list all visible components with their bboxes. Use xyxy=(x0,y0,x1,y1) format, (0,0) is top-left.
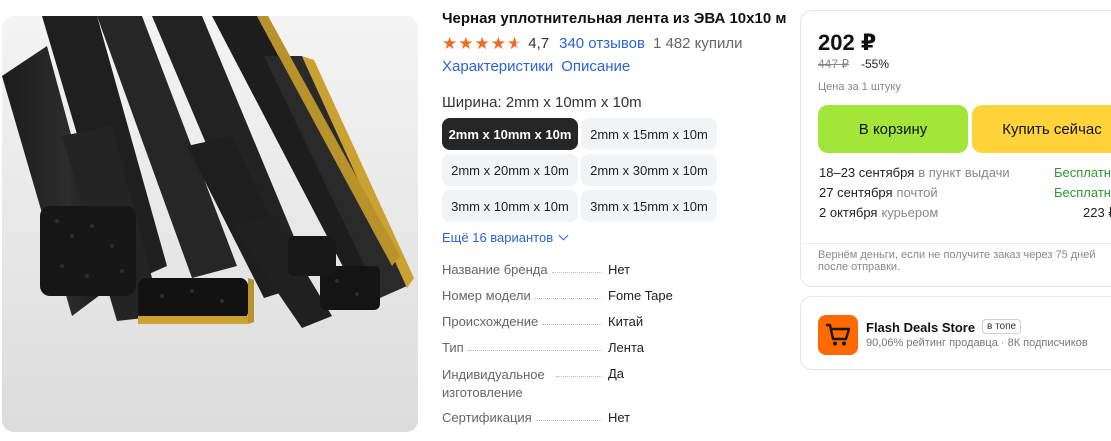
delivery-option: 18–23 сентября в пункт выдачи Бесплатно xyxy=(819,165,1111,180)
product-image[interactable] xyxy=(2,16,418,432)
discount-badge: -55% xyxy=(861,57,890,71)
product-title: Черная уплотнительная лента из ЭВА 10x10… xyxy=(442,10,787,27)
store-meta: 90,06% рейтинг продавца · 8К подписчиков xyxy=(866,337,1088,349)
tab-characteristics[interactable]: Характеристики xyxy=(442,58,553,75)
add-to-cart-button[interactable]: В корзину xyxy=(818,105,968,153)
spec-row: Тип Лента xyxy=(442,340,644,355)
delivery-date: 18–23 сентября xyxy=(819,165,915,180)
variant-label: Ширина: 2mm x 10mm x 10m xyxy=(442,94,642,111)
spec-key: Сертификация xyxy=(442,410,532,425)
spec-dots xyxy=(534,288,602,299)
rating-row: ★ ★ ★ ★ ★ 4,7 340 отзывов 1 482 купили xyxy=(442,34,743,52)
rating-value: 4,7 xyxy=(528,34,550,52)
variant-option[interactable]: 2mm x 15mm x 10m xyxy=(581,118,717,150)
delivery-option: 2 октября курьером 223 ₽ xyxy=(819,205,1111,220)
spec-key: Тип xyxy=(442,340,464,355)
bought-count: 1 482 купили xyxy=(652,34,743,52)
spec-dots xyxy=(535,410,602,421)
variant-option[interactable]: 3mm x 15mm x 10m xyxy=(581,190,717,222)
price-per-unit: Цена за 1 штуку xyxy=(818,81,901,93)
divider xyxy=(801,243,1111,244)
variant-grid: 2mm x 10mm x 10m 2mm x 15mm x 10m 2mm x … xyxy=(442,118,717,222)
product-photo-eva-foam-tape xyxy=(2,16,418,432)
refund-note: Вернём деньги, если не получите заказ че… xyxy=(818,249,1096,273)
star-icon: ★ xyxy=(490,33,506,53)
delivery-method: курьером xyxy=(881,205,939,220)
spec-row: Индивидуальное изготовление Да xyxy=(442,366,624,402)
spec-value: Китай xyxy=(608,314,644,329)
chevron-down-icon xyxy=(558,230,569,241)
variant-option[interactable]: 2mm x 20mm x 10m xyxy=(442,154,578,186)
more-variants-button[interactable]: Ещё 16 вариантов xyxy=(442,230,569,245)
spec-row: Номер модели Fome Tape xyxy=(442,288,673,303)
shopping-cart-icon xyxy=(826,323,851,346)
delivery-method: почтой xyxy=(896,185,938,200)
delivery-date: 27 сентября xyxy=(819,185,893,200)
delivery-option: 27 сентября почтой Бесплатно xyxy=(819,185,1111,200)
spec-value: Да xyxy=(608,366,625,381)
star-icon: ★ xyxy=(458,33,474,53)
buy-panel: 202 ₽ 447 ₽ -55% Цена за 1 штуку В корзи… xyxy=(800,10,1111,287)
spec-row: Сертификация Нет xyxy=(442,410,630,425)
spec-value: Fome Tape xyxy=(608,288,673,303)
star-icon: ★ xyxy=(507,33,523,53)
buy-now-button[interactable]: Купить сейчас xyxy=(972,105,1111,153)
rating-stars: ★ ★ ★ ★ ★ xyxy=(442,35,522,52)
delivery-method: в пункт выдачи xyxy=(918,165,1010,180)
spec-dots xyxy=(551,262,602,273)
spec-dots xyxy=(542,314,602,325)
variant-option[interactable]: 2mm x 30mm x 10m xyxy=(581,154,717,186)
info-tabs: Характеристики Описание xyxy=(442,58,630,75)
delivery-price: Бесплатно xyxy=(1054,165,1111,180)
spec-key: Название бренда xyxy=(442,262,548,277)
reviews-link[interactable]: 340 отзывов xyxy=(559,35,645,52)
delivery-date: 2 октября xyxy=(819,205,878,220)
store-name[interactable]: Flash Deals Store xyxy=(866,320,975,335)
spec-value: Лента xyxy=(608,340,644,355)
spec-key: Происхождение xyxy=(442,314,539,329)
spec-dots xyxy=(556,366,602,377)
variant-option[interactable]: 3mm x 10mm x 10m xyxy=(442,190,578,222)
variant-option[interactable]: 2mm x 10mm x 10m xyxy=(442,118,578,150)
current-price: 202 ₽ xyxy=(818,30,877,55)
store-logo xyxy=(818,315,858,355)
star-icon: ★ xyxy=(442,33,458,53)
spec-row: Название бренда Нет xyxy=(442,262,630,277)
star-icon: ★ xyxy=(474,33,490,53)
store-badge: в топе xyxy=(982,319,1022,334)
spec-key: Индивидуальное изготовление xyxy=(442,367,545,400)
store-card[interactable]: Flash Deals Store в топе 90,06% рейтинг … xyxy=(800,296,1111,370)
spec-key: Номер модели xyxy=(442,288,531,303)
spec-value: Нет xyxy=(608,262,631,277)
spec-value: Нет xyxy=(608,410,631,425)
tab-description[interactable]: Описание xyxy=(561,58,630,75)
delivery-price: Бесплатно xyxy=(1054,185,1111,200)
spec-row: Происхождение Китай xyxy=(442,314,643,329)
delivery-price: 223 ₽ xyxy=(1083,205,1111,220)
spec-dots xyxy=(467,340,602,351)
old-price: 447 ₽ xyxy=(818,57,849,71)
more-variants-label: Ещё 16 вариантов xyxy=(442,230,554,245)
